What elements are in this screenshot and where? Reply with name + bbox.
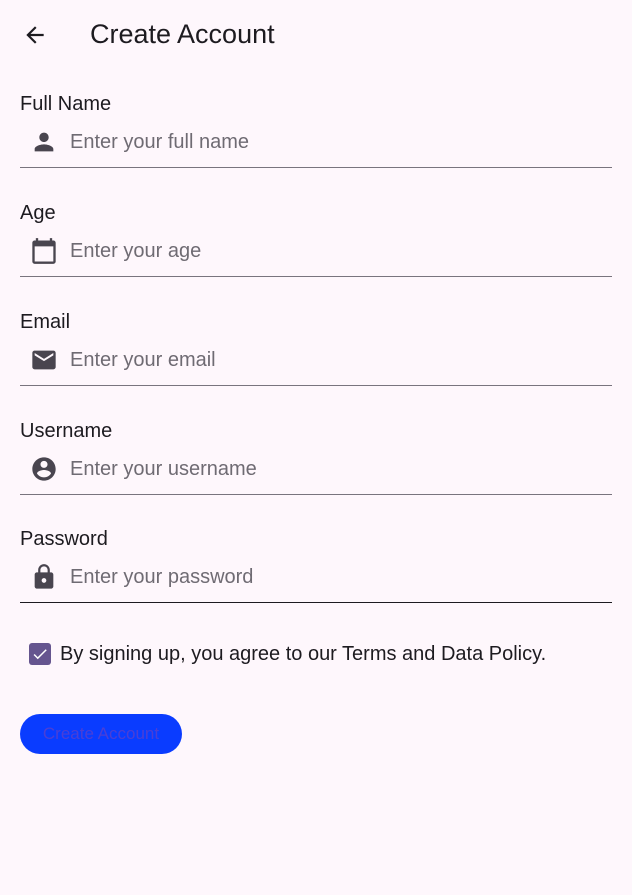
password-label: Password: [20, 528, 108, 550]
mail-icon: [30, 346, 58, 374]
back-button[interactable]: [14, 14, 56, 56]
password-input-row[interactable]: [20, 561, 612, 603]
check-icon: [33, 649, 47, 660]
terms-agreement: By signing up, you agree to our Terms an…: [20, 636, 612, 672]
lock-icon: [30, 563, 58, 591]
username-input-row[interactable]: [20, 453, 612, 495]
terms-checkbox[interactable]: [29, 643, 51, 665]
arrow-back-icon: [26, 26, 44, 44]
email-input[interactable]: [70, 344, 600, 376]
age-input[interactable]: [70, 235, 600, 267]
age-label: Age: [20, 202, 56, 224]
account-circle-icon: [30, 455, 58, 483]
person-icon: [30, 128, 58, 156]
page-title: Create Account: [90, 19, 275, 49]
full-name-label: Full Name: [20, 93, 112, 115]
password-input[interactable]: [70, 561, 600, 593]
username-input[interactable]: [70, 453, 600, 485]
username-label: Username: [20, 420, 113, 442]
age-input-row[interactable]: [20, 235, 612, 277]
full-name-input-row[interactable]: [20, 126, 612, 168]
app-bar: Create Account: [0, 0, 632, 70]
create-account-button[interactable]: Create Account: [20, 714, 182, 754]
terms-text: By signing up, you agree to our Terms an…: [60, 643, 547, 665]
email-input-row[interactable]: [20, 344, 612, 386]
full-name-input[interactable]: [70, 126, 600, 158]
calendar-icon: [30, 237, 58, 265]
email-label: Email: [20, 311, 71, 333]
